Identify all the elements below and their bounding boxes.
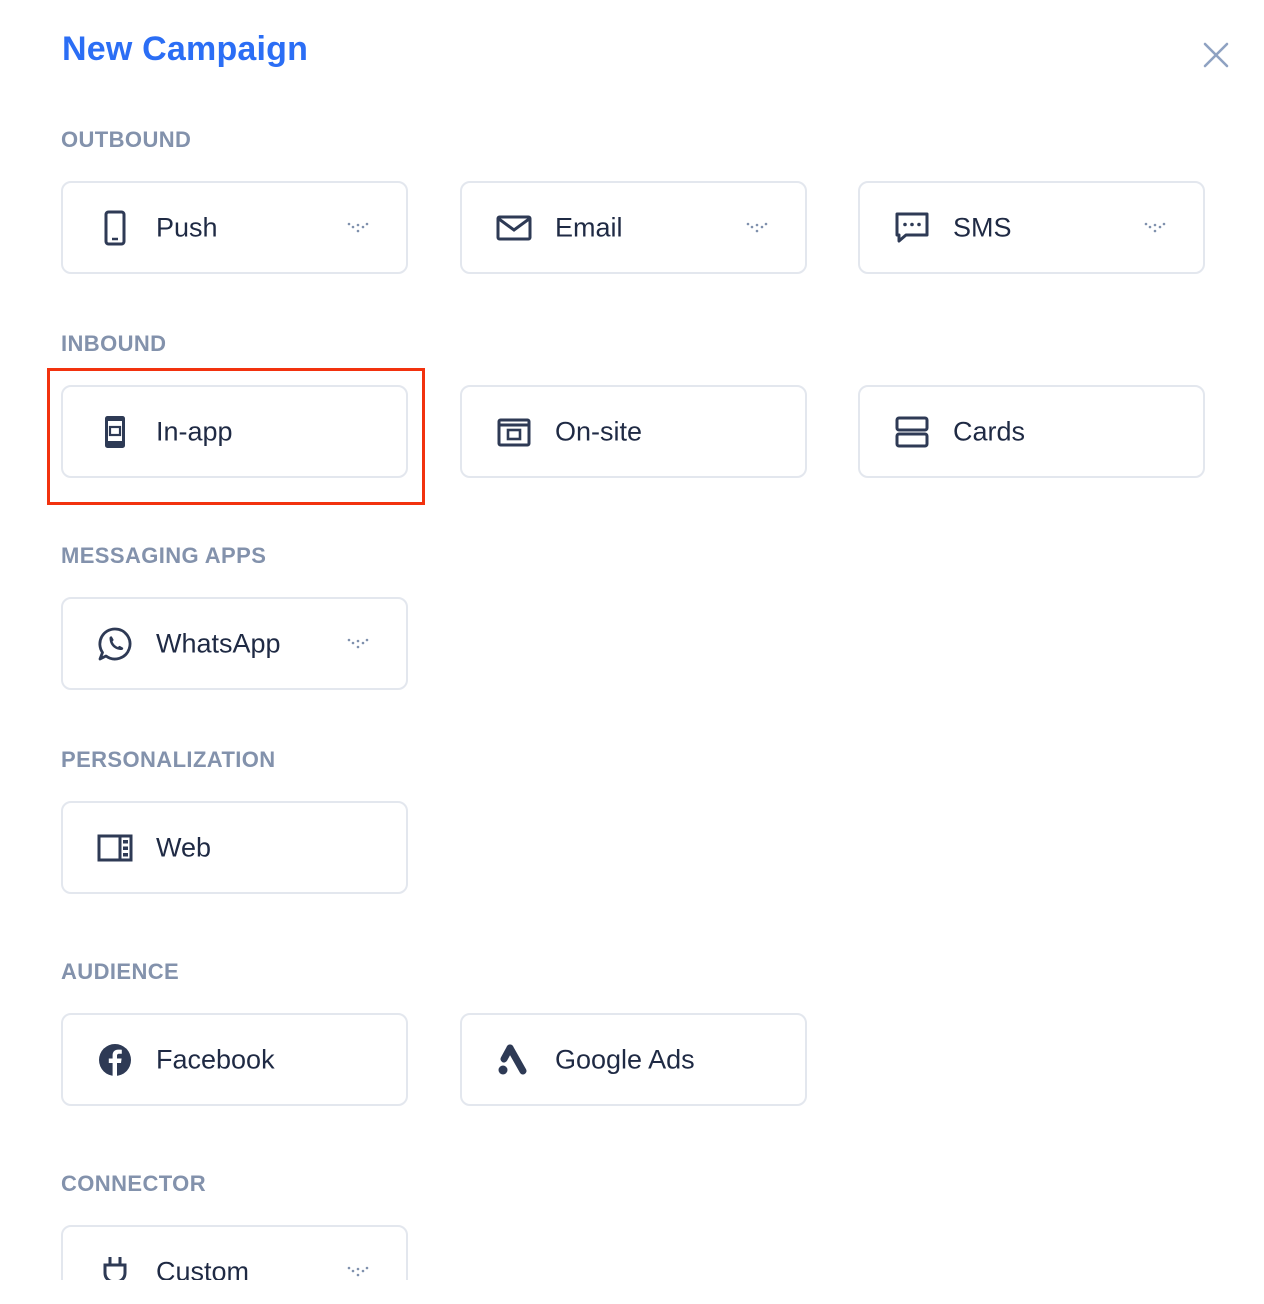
campaign-option-facebook[interactable]: Facebook <box>61 1013 408 1106</box>
whatsapp-icon <box>97 626 133 662</box>
campaign-option-label: Custom <box>156 1256 250 1280</box>
browser-window-icon <box>496 414 532 450</box>
envelope-icon <box>496 210 532 246</box>
section-label-personalization: PERSONALIZATION <box>61 747 276 772</box>
campaign-option-label: Google Ads <box>555 1044 695 1074</box>
campaign-option-label: Facebook <box>156 1044 275 1074</box>
scroll-viewport-edge: Custom <box>0 1220 1264 1280</box>
plug-icon <box>97 1254 133 1280</box>
campaign-option-sms[interactable]: SMS <box>858 181 1205 274</box>
campaign-option-label: WhatsApp <box>156 628 281 658</box>
section-label-connector: CONNECTOR <box>61 1171 206 1196</box>
campaign-option-on-site[interactable]: On-site <box>460 385 807 478</box>
stacked-cards-icon <box>894 414 930 450</box>
campaign-option-label: In-app <box>156 416 233 446</box>
campaign-option-label: Cards <box>953 416 1026 446</box>
chevron-down-icon[interactable] <box>1143 220 1167 236</box>
campaign-option-label: Web <box>156 832 212 862</box>
mobile-phone-icon <box>97 210 133 246</box>
campaign-option-label: On-site <box>555 416 643 446</box>
chevron-down-icon[interactable] <box>346 220 370 236</box>
campaign-option-label: Email <box>555 212 623 242</box>
section-label-audience: AUDIENCE <box>61 959 180 984</box>
section-label-outbound: OUTBOUND <box>61 127 192 152</box>
chevron-down-icon[interactable] <box>346 1264 370 1280</box>
google-ads-icon <box>496 1042 532 1078</box>
campaign-option-cards[interactable]: Cards <box>858 385 1205 478</box>
campaign-option-push[interactable]: Push <box>61 181 408 274</box>
section-label-messaging-apps: MESSAGING APPS <box>61 543 267 568</box>
section-label-inbound: INBOUND <box>61 331 167 356</box>
chevron-down-icon[interactable] <box>745 220 769 236</box>
close-button[interactable] <box>1198 37 1234 73</box>
campaign-option-in-app[interactable]: In-app <box>61 385 408 478</box>
campaign-option-google-ads[interactable]: Google Ads <box>460 1013 807 1106</box>
chevron-down-icon[interactable] <box>346 636 370 652</box>
in-app-message-icon <box>97 414 133 450</box>
dialog-title: New Campaign <box>62 30 309 68</box>
campaign-option-whatsapp[interactable]: WhatsApp <box>61 597 408 690</box>
facebook-icon <box>97 1042 133 1078</box>
close-icon <box>1203 42 1229 68</box>
chat-bubble-icon <box>894 210 930 246</box>
campaign-option-label: Push <box>156 212 218 242</box>
web-layout-icon <box>97 830 133 866</box>
campaign-option-web[interactable]: Web <box>61 801 408 894</box>
campaign-option-custom[interactable]: Custom <box>61 1225 408 1280</box>
campaign-option-email[interactable]: Email <box>460 181 807 274</box>
new-campaign-dialog: New Campaign OUTBOUND Push Email SMS INB… <box>0 0 1264 1304</box>
campaign-option-label: SMS <box>953 212 1012 242</box>
